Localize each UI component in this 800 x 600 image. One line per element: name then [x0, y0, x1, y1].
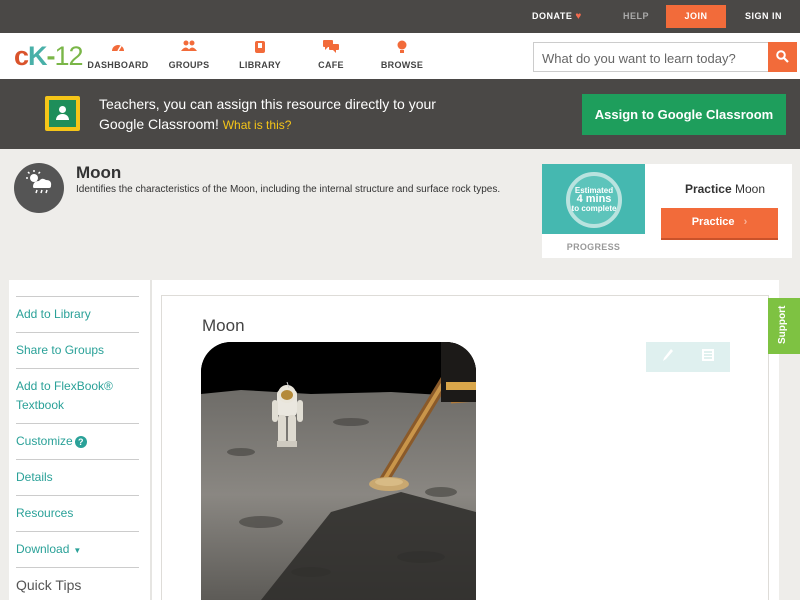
search-icon [776, 50, 789, 64]
logo-k: K [28, 41, 47, 71]
sign-in-link[interactable]: SIGN IN [745, 11, 782, 21]
nav-label: LIBRARY [239, 60, 281, 70]
customize-label: Customize [16, 434, 73, 448]
estimated-value: 4 mins [576, 193, 612, 205]
weather-cloud-icon [14, 163, 64, 213]
nav-item-dashboard[interactable]: DASHBOARD [78, 40, 158, 70]
chevron-right-icon: › [743, 216, 748, 228]
library-icon [220, 40, 300, 56]
article-title: Moon [202, 316, 245, 335]
top-utility-bar: DONATE ♥ HELP JOIN SIGN IN [0, 0, 800, 33]
practice-title: Practice Moon [660, 182, 790, 196]
nav-item-cafe[interactable]: CAFE [291, 40, 371, 70]
support-tab[interactable]: Support [768, 298, 800, 354]
groups-icon [149, 40, 229, 56]
notes-icon[interactable] [698, 348, 718, 366]
concept-title: Moon [76, 163, 122, 182]
sidebar-item-resources[interactable]: Resources [16, 495, 139, 523]
search-box [533, 42, 797, 72]
download-label: Download [16, 542, 70, 556]
what-is-this-link[interactable]: What is this? [223, 118, 292, 132]
ck12-logo[interactable]: cK-12 [14, 41, 84, 71]
caret-down-icon: ▼ [73, 546, 82, 555]
practice-card: Estimated 4 mins to complete PROGRESS Pr… [542, 164, 792, 258]
heart-icon: ♥ [575, 11, 582, 22]
estimated-suffix: to complete [571, 204, 617, 213]
logo-c: c [14, 41, 29, 71]
practice-title-bold: Practice [684, 182, 732, 196]
logo-dash: - [46, 41, 56, 71]
practice-button-label: Practice [691, 216, 735, 228]
practice-progress-image: Estimated 4 mins to complete [542, 164, 645, 234]
sidebar-item-add-to-flexbook[interactable]: Add to FlexBook® Textbook [16, 368, 139, 425]
sidebar: Add to Library Share to Groups Add to Fl… [9, 280, 150, 600]
nav-label: BROWSE [380, 60, 424, 70]
search-input[interactable] [542, 49, 762, 67]
practice-title-rest: Moon [735, 182, 766, 196]
google-classroom-icon [45, 96, 80, 131]
estimated-time-ring: Estimated 4 mins to complete [566, 172, 622, 228]
sidebar-item-add-to-library[interactable]: Add to Library [16, 296, 139, 324]
concept-description: Identifies the characteristics of the Mo… [76, 184, 501, 195]
help-icon[interactable]: ? [74, 436, 87, 448]
sidebar-item-download[interactable]: Download ▼ [16, 531, 139, 560]
sidebar-item-share-to-groups[interactable]: Share to Groups [16, 332, 139, 360]
sidebar-item-details[interactable]: Details [16, 459, 139, 487]
cafe-icon [291, 40, 371, 56]
browse-icon [362, 40, 442, 56]
donate-link[interactable]: DONATE ♥ [532, 11, 582, 22]
progress-label: PROGRESS [566, 242, 621, 252]
moon-landing-photo [201, 342, 476, 600]
sidebar-item-quick-tips[interactable]: Quick Tips [16, 567, 139, 595]
nav-label: GROUPS [168, 60, 210, 70]
support-label: Support [777, 305, 788, 344]
assign-to-google-classroom-button[interactable]: Assign to Google Classroom [582, 94, 786, 135]
help-link[interactable]: HELP [623, 11, 649, 21]
nav-item-library[interactable]: LIBRARY [220, 40, 300, 70]
google-classroom-banner: Teachers, you can assign this resource d… [0, 79, 800, 149]
nav-label: CAFE [318, 60, 344, 70]
donate-label: DONATE [532, 11, 573, 21]
sidebar-item-customize[interactable]: Customize? [16, 423, 139, 451]
nav-label: DASHBOARD [87, 60, 149, 70]
nav-item-browse[interactable]: BROWSE [362, 40, 442, 70]
article-tools [646, 342, 730, 372]
practice-button[interactable]: Practice › [661, 208, 778, 238]
nav-item-groups[interactable]: GROUPS [149, 40, 229, 70]
dashboard-icon [78, 40, 158, 56]
search-button[interactable] [768, 42, 797, 72]
join-button[interactable]: JOIN [666, 5, 726, 28]
main-nav: cK-12 DASHBOARD GROUPS LIBRARY CAFE BROW… [0, 33, 800, 79]
pencil-icon[interactable] [658, 348, 678, 366]
banner-text: Teachers, you can assign this resource d… [99, 94, 459, 135]
